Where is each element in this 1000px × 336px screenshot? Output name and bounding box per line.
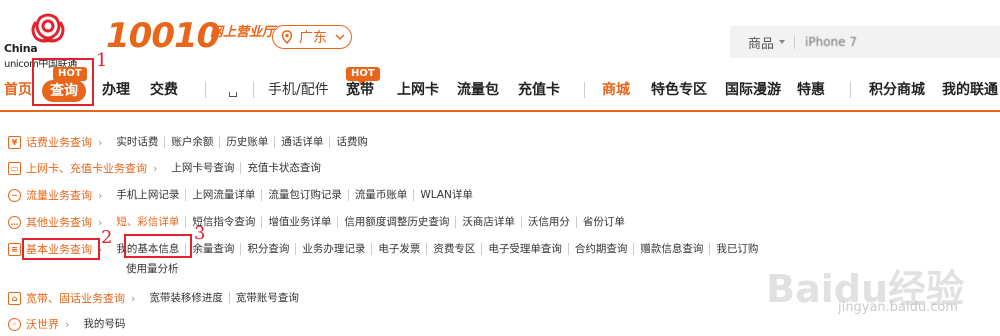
menu-link[interactable]: 我已订购 xyxy=(710,243,764,255)
chevron-right-icon: › xyxy=(153,161,158,175)
nav-rechargecard[interactable]: 充值卡 xyxy=(518,70,560,110)
region-selector[interactable]: 广东 xyxy=(272,25,352,49)
annotation-box-1 xyxy=(32,58,94,106)
card-icon: ▭ xyxy=(8,161,21,175)
menu-link[interactable]: 话费购 xyxy=(330,136,374,148)
menu-row-datacard: ▭ 上网卡、充值卡业务查询 › 上网卡号查询 充值卡状态查询 xyxy=(8,158,327,178)
menu-row-basic-extra: 使用量分析 xyxy=(120,259,185,279)
menu-link[interactable]: 通话详单 xyxy=(275,136,331,148)
menu-link[interactable]: 沃商店详单 xyxy=(456,216,522,228)
chevron-down-icon xyxy=(779,40,786,44)
search-divider xyxy=(794,35,796,49)
menu-category[interactable]: 话费业务查询 xyxy=(26,134,92,150)
menu-category[interactable]: 其他业务查询 xyxy=(26,214,92,230)
menu-row-basic: ≡ 基本业务查询 › 我的基本信息 余量查询 积分查询 业务办理记录 电子发票 … xyxy=(8,239,764,259)
nav-special[interactable]: 特色专区 xyxy=(651,70,707,110)
nav-pay[interactable]: 交费 xyxy=(150,70,178,110)
search-bar: 商品 xyxy=(730,26,1000,58)
chevron-down-icon xyxy=(335,34,345,41)
menu-row-broadband: ⌂ 宽带、固话业务查询 › 宽带装移修进度 宽带账号查询 xyxy=(8,288,305,308)
menu-link[interactable]: 业务办理记录 xyxy=(296,243,373,255)
nav-divider xyxy=(205,82,206,98)
chevron-right-icon: › xyxy=(98,135,103,149)
search-input[interactable] xyxy=(805,35,926,49)
nav-roaming[interactable]: 国际漫游 xyxy=(725,70,781,110)
location-pin-icon xyxy=(281,30,293,44)
menu-link[interactable]: 我的号码 xyxy=(77,318,131,330)
menu-link[interactable]: 账户余额 xyxy=(165,136,221,148)
nav-points-mall[interactable]: 积分商城 xyxy=(869,70,925,110)
chevron-right-icon: › xyxy=(65,317,70,331)
annotation-box-2 xyxy=(22,238,100,260)
menu-link[interactable]: 赠款信息查询 xyxy=(634,243,711,255)
home-icon: ⌂ xyxy=(8,291,21,305)
menu-category[interactable]: 沃世界 xyxy=(26,316,59,332)
baidu-watermark-url: jingyan.baidu.com xyxy=(838,300,958,315)
menu-link[interactable]: WLAN详单 xyxy=(414,189,479,201)
menu-link[interactable]: 积分查询 xyxy=(241,243,297,255)
search-category-label: 商品 xyxy=(748,36,775,52)
main-nav: 首页 HOT 查询 1 办理 交费 手机/配件 HOT 宽带 上网卡 流量包 充… xyxy=(0,50,1000,110)
nav-mall[interactable]: 商城 xyxy=(602,70,630,110)
menu-category[interactable]: 宽带、固话业务查询 xyxy=(26,290,125,306)
menu-link[interactable]: 余量查询 xyxy=(186,243,242,255)
nav-broadband[interactable]: 宽带 xyxy=(346,70,374,110)
menu-link[interactable]: 电子受理单查询 xyxy=(482,243,569,255)
menu-link[interactable]: 信用额度调整历史查询 xyxy=(338,216,457,228)
annotation-number-3: 3 xyxy=(194,223,206,244)
menu-link[interactable]: 资费专区 xyxy=(427,243,483,255)
globe-icon: ◦ xyxy=(8,317,21,331)
menu-link[interactable]: 电子发票 xyxy=(372,243,428,255)
nav-home[interactable]: 首页 xyxy=(4,70,32,110)
menu-link[interactable]: 手机上网记录 xyxy=(110,189,187,201)
annotation-number-2: 2 xyxy=(101,227,113,248)
phone-icon xyxy=(229,92,237,97)
nav-divider xyxy=(253,82,254,98)
nav-datapack[interactable]: 流量包 xyxy=(457,70,499,110)
annotation-box-3 xyxy=(124,234,192,258)
brand-subtitle: 网上营业厅 xyxy=(210,25,276,40)
menu-link[interactable]: 流量币账单 xyxy=(349,189,415,201)
logo-china-text: China xyxy=(4,42,38,55)
chevron-right-icon: › xyxy=(131,291,136,305)
search-category-select[interactable]: 商品 xyxy=(730,33,786,52)
header: China unicom中国联通 10010 网上营业厅 广东 商品 xyxy=(0,0,1000,70)
menu-row-woworld: ◦ 沃世界 › 我的号码 xyxy=(8,314,131,334)
menu-link[interactable]: 充值卡状态查询 xyxy=(241,162,327,174)
annotation-number-1: 1 xyxy=(96,50,108,71)
traffic-icon: ~ xyxy=(8,188,21,202)
brand-number: 10010 xyxy=(106,16,220,56)
menu-link[interactable]: 增值业务详单 xyxy=(262,216,339,228)
unicom-logo[interactable]: China unicom中国联通 xyxy=(4,12,104,70)
nav-phones[interactable]: 手机/配件 xyxy=(268,70,329,110)
nav-divider xyxy=(850,82,851,98)
menu-link[interactable]: 省份订单 xyxy=(577,216,631,228)
nav-divider xyxy=(584,82,585,98)
menu-link[interactable]: 使用量分析 xyxy=(120,263,185,275)
nav-handle[interactable]: 办理 xyxy=(102,70,130,110)
menu-link[interactable]: 短、彩信详单 xyxy=(110,216,187,228)
menu-link[interactable]: 沃信用分 xyxy=(522,216,577,228)
menu-link[interactable]: 流量包订购记录 xyxy=(262,189,349,201)
chevron-right-icon: › xyxy=(98,188,103,202)
chat-icon: … xyxy=(8,215,21,229)
menu-link[interactable]: 历史账单 xyxy=(220,136,276,148)
region-label: 广东 xyxy=(299,30,327,46)
menu-link[interactable]: 合约期查询 xyxy=(569,243,635,255)
nav-deals[interactable]: 特惠 xyxy=(797,70,825,110)
menu-link[interactable]: 宽带装移修进度 xyxy=(143,292,230,304)
menu-link[interactable]: 上网流量详单 xyxy=(186,189,263,201)
menu-category[interactable]: 流量业务查询 xyxy=(26,187,92,203)
yen-icon: ¥ xyxy=(8,135,21,149)
menu-category[interactable]: 上网卡、充值卡业务查询 xyxy=(26,160,147,176)
menu-link[interactable]: 上网卡号查询 xyxy=(165,162,242,174)
menu-row-phone-bill: ¥ 话费业务查询 › 实时话费 账户余额 历史账单 通话详单 话费购 xyxy=(8,132,374,152)
menu-link[interactable]: 实时话费 xyxy=(110,136,166,148)
menu-row-traffic: ~ 流量业务查询 › 手机上网记录 上网流量详单 流量包订购记录 流量币账单 W… xyxy=(8,185,479,205)
nav-datacard[interactable]: 上网卡 xyxy=(397,70,439,110)
nav-my-unicom[interactable]: 我的联通 xyxy=(942,70,998,110)
document-icon: ≡ xyxy=(8,242,21,256)
menu-link[interactable]: 宽带账号查询 xyxy=(230,292,305,304)
